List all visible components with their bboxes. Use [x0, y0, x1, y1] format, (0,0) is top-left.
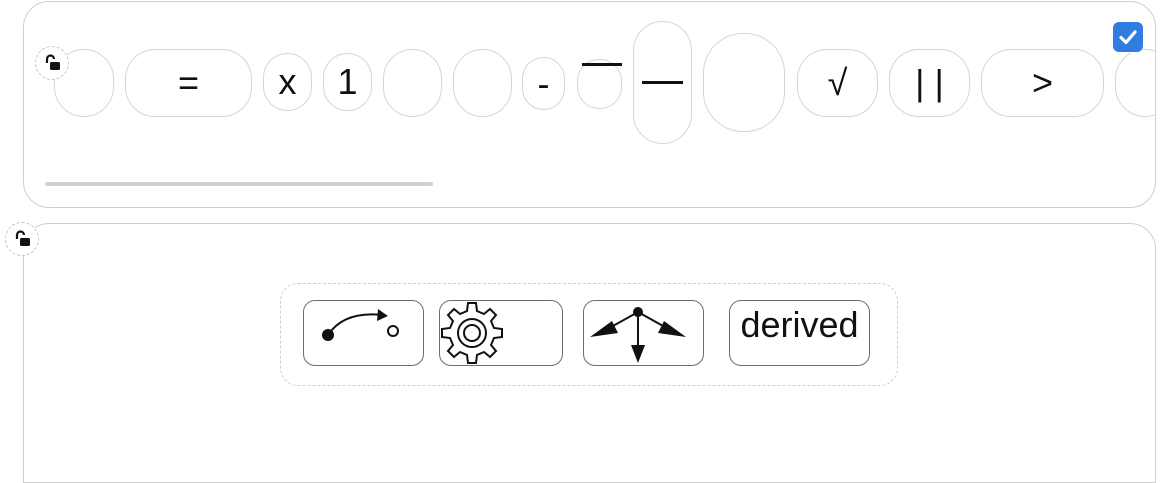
- curve-arrow-icon: [322, 309, 399, 341]
- minus-tile[interactable]: -: [522, 57, 565, 110]
- curve-arrow-tool[interactable]: [303, 300, 424, 366]
- select-checkbox[interactable]: [1113, 22, 1143, 52]
- lock-icon[interactable]: [5, 222, 39, 256]
- lock-icon[interactable]: [35, 46, 69, 80]
- tools-panel: derived: [23, 223, 1156, 483]
- split-arrows-icon: [590, 307, 686, 363]
- tool-dock: derived: [280, 283, 898, 386]
- gear-tool[interactable]: [439, 300, 563, 366]
- fraction-tile[interactable]: [633, 21, 692, 144]
- variable-x-tile[interactable]: x: [263, 53, 312, 111]
- square-root-tile[interactable]: √: [797, 49, 878, 117]
- split-arrows-tool[interactable]: [583, 300, 704, 366]
- gear-icon: [441, 302, 503, 364]
- palette-scrollbar[interactable]: [45, 182, 433, 186]
- lock-icon-glyph: [45, 54, 60, 70]
- overline-tile[interactable]: [577, 59, 622, 109]
- derived-label: derived: [740, 304, 859, 345]
- checkmark-icon: [1119, 30, 1137, 45]
- number-one-tile[interactable]: 1: [323, 53, 372, 111]
- lock-icon-glyph: [15, 230, 30, 246]
- blank-tile[interactable]: [383, 49, 442, 117]
- overline-bar: [582, 63, 622, 66]
- derived-tool[interactable]: derived: [729, 300, 870, 366]
- blank-tile[interactable]: [703, 33, 785, 132]
- equals-tile[interactable]: =: [125, 49, 252, 117]
- absolute-value-tile[interactable]: | |: [889, 49, 970, 117]
- blank-tile[interactable]: [453, 49, 512, 117]
- blank-tile[interactable]: [1115, 49, 1155, 117]
- fraction-bar: [642, 81, 683, 84]
- expression-palette-panel: = x 1 - √ | | >: [23, 1, 1156, 208]
- greater-than-tile[interactable]: >: [981, 49, 1104, 117]
